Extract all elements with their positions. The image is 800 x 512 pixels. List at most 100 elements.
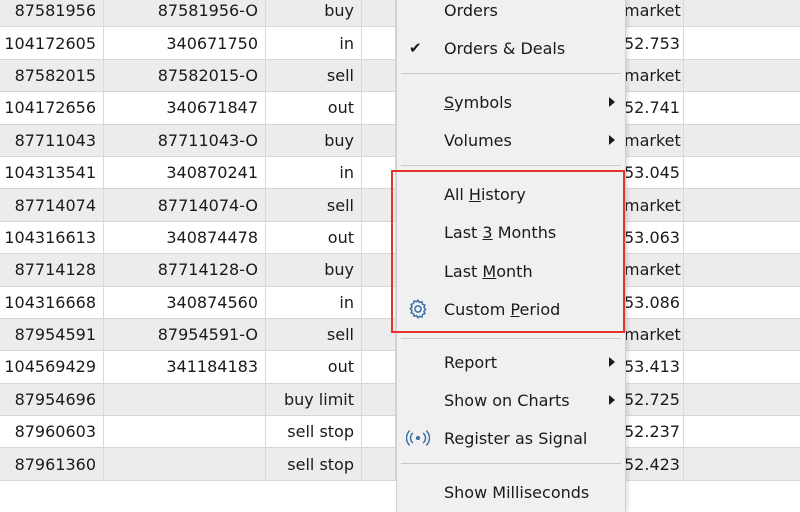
cell-type: buy <box>266 254 362 286</box>
cell-blank <box>684 351 800 382</box>
cell-blank <box>684 125 800 156</box>
cell-blank <box>362 156 396 189</box>
cell-type: out <box>266 351 362 383</box>
cell-blank <box>362 351 396 383</box>
cell-type: in <box>266 156 362 189</box>
cell-order: 87714128-O <box>104 254 266 286</box>
cell-order: 87581956-O <box>104 0 266 27</box>
menu-item-register-as-signal[interactable]: Register as Signal <box>397 420 625 456</box>
cell-id: 104569429 <box>0 351 104 383</box>
cell-id: 104313541 <box>0 156 104 189</box>
cell-type: sell <box>266 318 362 351</box>
cell-order: 87954591-O <box>104 318 266 351</box>
menu-separator <box>401 338 621 339</box>
cell-price: 52.725 <box>624 383 684 416</box>
cell-id: 87960603 <box>0 416 104 448</box>
checkmark-icon: ✔ <box>409 39 422 57</box>
gear-icon <box>406 297 430 321</box>
cell-id: 87961360 <box>0 448 104 480</box>
cell-blank <box>362 286 396 318</box>
menu-item-symbols[interactable]: Symbols <box>397 84 625 120</box>
broadcast-icon <box>406 426 430 450</box>
cell-order <box>104 448 266 480</box>
cell-blank <box>684 157 800 188</box>
cell-id: 87954696 <box>0 383 104 416</box>
cell-blank <box>362 189 396 221</box>
cell-blank <box>362 0 396 27</box>
cell-blank <box>362 124 396 156</box>
menu-item-orders-deals[interactable]: ✔ Orders & Deals <box>397 30 625 66</box>
menu-item-volumes[interactable]: Volumes <box>397 122 625 158</box>
cell-price: 52.237 <box>624 416 684 448</box>
cell-blank <box>684 222 800 253</box>
cell-blank <box>362 416 396 448</box>
menu-item-orders[interactable]: Orders <box>397 0 625 28</box>
cell-type: in <box>266 286 362 318</box>
menu-item-report[interactable]: Report <box>397 344 625 380</box>
cell-order: 87714074-O <box>104 189 266 221</box>
cell-type: buy <box>266 124 362 156</box>
cell-price: market <box>624 189 684 221</box>
cell-blank <box>684 92 800 123</box>
cell-price: market <box>624 254 684 286</box>
cell-blank <box>684 60 800 91</box>
cell-blank <box>684 27 800 58</box>
cell-blank <box>684 254 800 285</box>
cell-id: 104172656 <box>0 92 104 124</box>
cell-blank <box>684 319 800 350</box>
cell-id: 104316613 <box>0 221 104 254</box>
cell-blank <box>362 221 396 254</box>
cell-type: sell <box>266 59 362 92</box>
menu-item-show-on-charts[interactable]: Show on Charts <box>397 382 625 418</box>
cell-price: 53.045 <box>624 156 684 189</box>
cell-type: sell stop <box>266 416 362 448</box>
cell-order <box>104 416 266 448</box>
menu-separator <box>401 73 621 74</box>
cell-blank <box>362 254 396 286</box>
cell-blank <box>684 287 800 318</box>
cell-order: 340671750 <box>104 27 266 59</box>
cell-id: 87714128 <box>0 254 104 286</box>
cell-price: market <box>624 0 684 27</box>
cell-id: 87714074 <box>0 189 104 221</box>
chevron-right-icon <box>609 357 615 367</box>
cell-type: out <box>266 92 362 124</box>
menu-separator <box>401 463 621 464</box>
cell-order: 341184183 <box>104 351 266 383</box>
cell-order: 87711043-O <box>104 124 266 156</box>
cell-order: 340870241 <box>104 156 266 189</box>
cell-blank <box>362 318 396 351</box>
cell-blank <box>362 59 396 92</box>
cell-id: 104172605 <box>0 27 104 59</box>
cell-type: sell <box>266 189 362 221</box>
cell-price: 53.063 <box>624 221 684 254</box>
cell-order: 340671847 <box>104 92 266 124</box>
menu-item-last-3-months[interactable]: Last 3 Months <box>397 214 625 250</box>
menu-item-show-milliseconds[interactable]: Show Milliseconds <box>397 474 625 510</box>
menu-item-last-month[interactable]: Last Month <box>397 253 625 289</box>
cell-price: 52.753 <box>624 27 684 59</box>
cell-blank <box>684 384 800 415</box>
cell-price: market <box>624 59 684 92</box>
menu-item-custom-period[interactable]: Custom Period <box>397 291 625 327</box>
cell-blank <box>362 383 396 416</box>
cell-blank <box>362 92 396 124</box>
cell-id: 87711043 <box>0 124 104 156</box>
cell-price: market <box>624 318 684 351</box>
cell-blank <box>362 448 396 480</box>
cell-blank <box>684 416 800 447</box>
cell-type: in <box>266 27 362 59</box>
context-menu: Orders ✔ Orders & Deals Symbols Volumes … <box>396 0 626 512</box>
cell-order: 340874478 <box>104 221 266 254</box>
chevron-right-icon <box>609 395 615 405</box>
cell-price: 52.423 <box>624 448 684 480</box>
cell-order: 87582015-O <box>104 59 266 92</box>
cell-type: buy limit <box>266 383 362 416</box>
menu-item-all-history[interactable]: All History <box>397 176 625 212</box>
cell-price: market <box>624 124 684 156</box>
cell-type: out <box>266 221 362 254</box>
cell-order: 340874560 <box>104 286 266 318</box>
cell-type: buy <box>266 0 362 27</box>
cell-id: 87954591 <box>0 318 104 351</box>
cell-order <box>104 383 266 416</box>
